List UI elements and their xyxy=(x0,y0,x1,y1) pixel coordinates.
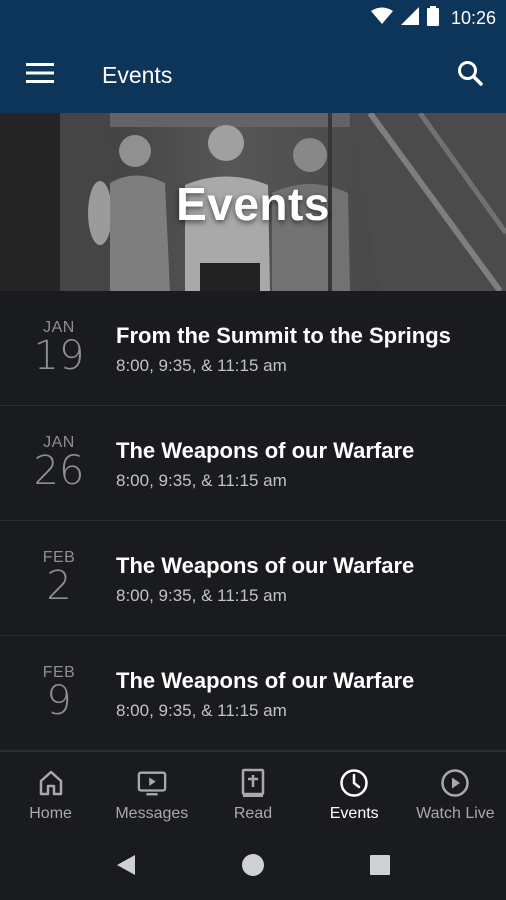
nav-label: Watch Live xyxy=(416,805,495,822)
clock-icon xyxy=(339,768,369,798)
nav-label: Messages xyxy=(115,805,189,822)
app-bar: Events xyxy=(0,37,506,113)
hero-title: Events xyxy=(176,178,330,230)
event-day: 19 xyxy=(33,333,85,379)
event-times: 8:00, 9:35, & 11:15 am xyxy=(116,586,287,605)
search-icon xyxy=(457,60,483,91)
bible-icon xyxy=(238,768,268,798)
wifi-icon xyxy=(370,7,393,30)
battery-icon xyxy=(426,6,439,31)
nav-label: Read xyxy=(233,805,273,822)
status-time: 10:26 xyxy=(450,8,496,28)
event-title: The Weapons of our Warfare xyxy=(116,553,415,578)
back-button[interactable] xyxy=(110,851,142,883)
menu-button[interactable] xyxy=(18,59,62,91)
bottom-navigation: Home Messages Read Events Watch Live xyxy=(0,751,506,835)
event-times: 8:00, 9:35, & 11:15 am xyxy=(116,471,287,490)
recents-icon xyxy=(369,854,391,881)
tv-play-icon xyxy=(137,768,167,798)
hero-banner: Events xyxy=(0,113,506,291)
nav-item-messages[interactable]: Messages xyxy=(101,752,202,835)
status-icons: 10:26 xyxy=(370,0,496,37)
event-day: 2 xyxy=(46,563,72,609)
signal-icon xyxy=(400,7,419,30)
nav-item-events[interactable]: Events xyxy=(304,752,405,835)
event-list: JAN 19 From the Summit to the Springs 8:… xyxy=(0,291,506,751)
back-icon xyxy=(115,853,137,882)
event-times: 8:00, 9:35, & 11:15 am xyxy=(116,356,287,375)
event-times: 8:00, 9:35, & 11:15 am xyxy=(116,701,287,720)
event-title: The Weapons of our Warfare xyxy=(116,438,415,463)
event-day: 9 xyxy=(46,678,72,724)
event-row[interactable]: FEB 9 The Weapons of our Warfare 8:00, 9… xyxy=(0,636,506,751)
page-title: Events xyxy=(102,62,173,88)
event-title: From the Summit to the Springs xyxy=(116,323,451,348)
nav-item-home[interactable]: Home xyxy=(0,752,101,835)
nav-item-watch-live[interactable]: Watch Live xyxy=(405,752,506,835)
nav-label: Home xyxy=(29,805,72,822)
event-row[interactable]: JAN 19 From the Summit to the Springs 8:… xyxy=(0,291,506,406)
nav-label: Events xyxy=(329,805,379,822)
home-icon xyxy=(36,768,66,798)
play-circle-icon xyxy=(440,768,470,798)
system-navigation-bar xyxy=(0,835,506,900)
event-row[interactable]: FEB 2 The Weapons of our Warfare 8:00, 9… xyxy=(0,521,506,636)
home-button[interactable] xyxy=(237,851,269,883)
home-circle-icon xyxy=(241,853,265,882)
event-title: The Weapons of our Warfare xyxy=(116,668,415,693)
event-day: 26 xyxy=(33,448,85,494)
recents-button[interactable] xyxy=(364,851,396,883)
nav-item-read[interactable]: Read xyxy=(202,752,303,835)
status-bar: 10:26 xyxy=(0,0,506,37)
search-button[interactable] xyxy=(452,57,488,93)
hamburger-menu-icon xyxy=(26,62,54,88)
event-row[interactable]: JAN 26 The Weapons of our Warfare 8:00, … xyxy=(0,406,506,521)
